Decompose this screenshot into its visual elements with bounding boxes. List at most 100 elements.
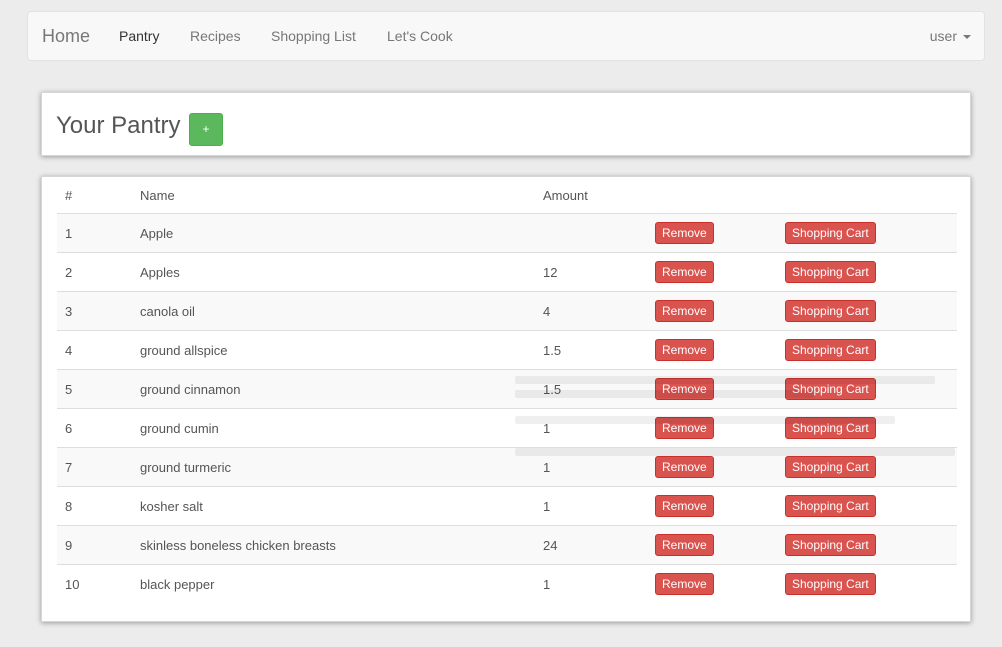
cart-cell: Shopping Cart [777, 252, 957, 292]
item-amount: 24 [535, 525, 647, 565]
pantry-table: # Name Amount 1 Apple Remove Shopping Ca… [57, 177, 957, 603]
item-amount: 1 [535, 408, 647, 448]
remove-button[interactable]: Remove [655, 339, 714, 361]
item-amount: 12 [535, 252, 647, 292]
add-item-button[interactable]: + [189, 113, 223, 146]
table-row: 8 kosher salt 1 Remove Shopping Cart [57, 486, 957, 526]
nav-item-recipes[interactable]: Recipes [190, 12, 241, 60]
row-number: 10 [57, 564, 132, 603]
item-name: Apple [140, 225, 174, 241]
table-row: 6 ground cumin 1 Remove Shopping Cart [57, 408, 957, 448]
cart-cell: Shopping Cart [777, 447, 957, 487]
item-name: canola oil [132, 291, 535, 331]
item-amount [535, 214, 647, 253]
remove-cell: Remove [647, 330, 777, 370]
shopping-cart-button[interactable]: Shopping Cart [785, 573, 876, 595]
row-number: 6 [57, 408, 132, 448]
cart-cell: Shopping Cart [777, 330, 957, 370]
item-name: ground turmeric [132, 447, 535, 487]
cart-cell: Shopping Cart [777, 525, 957, 565]
shopping-cart-button[interactable]: Shopping Cart [785, 222, 876, 244]
item-name: kosher salt [132, 486, 535, 526]
remove-button[interactable]: Remove [655, 417, 714, 439]
table-row: 7 ground turmeric 1 Remove Shopping Cart [57, 447, 957, 487]
row-number: 9 [57, 525, 132, 565]
cart-cell: Shopping Cart [777, 408, 957, 448]
remove-cell: Remove [647, 369, 777, 409]
item-name: ground cinnamon [132, 369, 535, 409]
remove-cell: Remove [647, 564, 777, 603]
nav-item-lets-cook[interactable]: Let's Cook [387, 12, 453, 60]
table-header-row: # Name Amount [57, 177, 957, 214]
remove-button[interactable]: Remove [655, 534, 714, 556]
row-number: 4 [57, 330, 132, 370]
shopping-cart-button[interactable]: Shopping Cart [785, 300, 876, 322]
page-title: Your Pantry [56, 112, 181, 139]
row-number: 3 [57, 291, 132, 331]
column-header-amount: Amount [535, 177, 647, 214]
cart-cell: Shopping Cart [777, 369, 957, 409]
item-amount: 1.5 [535, 369, 647, 409]
shopping-cart-button[interactable]: Shopping Cart [785, 456, 876, 478]
remove-cell: Remove [647, 408, 777, 448]
remove-button[interactable]: Remove [655, 261, 714, 283]
user-menu-dropdown[interactable]: user [930, 12, 971, 60]
shopping-cart-button[interactable]: Shopping Cart [785, 339, 876, 361]
nav-item-pantry[interactable]: Pantry [119, 12, 159, 60]
cart-cell: Shopping Cart [777, 214, 957, 253]
row-number: 2 [57, 252, 132, 292]
shopping-cart-button[interactable]: Shopping Cart [785, 378, 876, 400]
table-row: 5 ground cinnamon 1.5 Remove Shopping Ca… [57, 369, 957, 409]
shopping-cart-button[interactable]: Shopping Cart [785, 534, 876, 556]
remove-button[interactable]: Remove [655, 222, 714, 244]
row-number: 1 [65, 225, 73, 241]
item-amount: 1 [535, 447, 647, 487]
remove-cell: Remove [647, 447, 777, 487]
column-header-remove [647, 177, 777, 214]
remove-cell: Remove [647, 252, 777, 292]
table-row: 2 Apples 12 Remove Shopping Cart [57, 252, 957, 292]
remove-cell: Remove [647, 486, 777, 526]
remove-button[interactable]: Remove [655, 378, 714, 400]
remove-cell: Remove [647, 525, 777, 565]
table-row: 9 skinless boneless chicken breasts 24 R… [57, 525, 957, 565]
cart-cell: Shopping Cart [777, 564, 957, 603]
table-row: 1 Apple Remove Shopping Cart [57, 213, 957, 253]
remove-button[interactable]: Remove [655, 573, 714, 595]
row-number: 7 [57, 447, 132, 487]
item-name: Apples [132, 252, 535, 292]
item-amount: 1 [535, 564, 647, 603]
shopping-cart-button[interactable]: Shopping Cart [785, 417, 876, 439]
pantry-table-panel: # Name Amount 1 Apple Remove Shopping Ca… [41, 176, 971, 622]
remove-button[interactable]: Remove [655, 456, 714, 478]
item-name: black pepper [132, 564, 535, 603]
remove-button[interactable]: Remove [655, 495, 714, 517]
table-row: 3 canola oil 4 Remove Shopping Cart [57, 291, 957, 331]
item-name: ground allspice [132, 330, 535, 370]
cart-cell: Shopping Cart [777, 291, 957, 331]
item-amount: 4 [535, 291, 647, 331]
item-name: ground cumin [132, 408, 535, 448]
column-header-cart [777, 177, 957, 214]
item-amount: 1 [535, 486, 647, 526]
column-header-number: # [57, 177, 132, 214]
table-row: 4 ground allspice 1.5 Remove Shopping Ca… [57, 330, 957, 370]
user-menu-label: user [929, 28, 957, 44]
row-number: 5 [57, 369, 132, 409]
remove-cell: Remove [647, 291, 777, 331]
item-name: skinless boneless chicken breasts [132, 525, 535, 565]
remove-button[interactable]: Remove [655, 300, 714, 322]
table-row: 10 black pepper 1 Remove Shopping Cart [57, 564, 957, 603]
shopping-cart-button[interactable]: Shopping Cart [785, 261, 876, 283]
caret-down-icon [963, 35, 971, 40]
shopping-cart-button[interactable]: Shopping Cart [785, 495, 876, 517]
cart-cell: Shopping Cart [777, 486, 957, 526]
item-amount: 1.5 [535, 330, 647, 370]
nav-item-shopping-list[interactable]: Shopping List [271, 12, 356, 60]
remove-cell: Remove [647, 214, 777, 253]
column-header-name: Name [132, 177, 535, 214]
row-number: 8 [57, 486, 132, 526]
top-navbar: Home Pantry Recipes Shopping List Let's … [27, 11, 985, 61]
pantry-header-panel: Your Pantry + [41, 92, 971, 156]
brand-home-link[interactable]: Home [42, 12, 90, 60]
